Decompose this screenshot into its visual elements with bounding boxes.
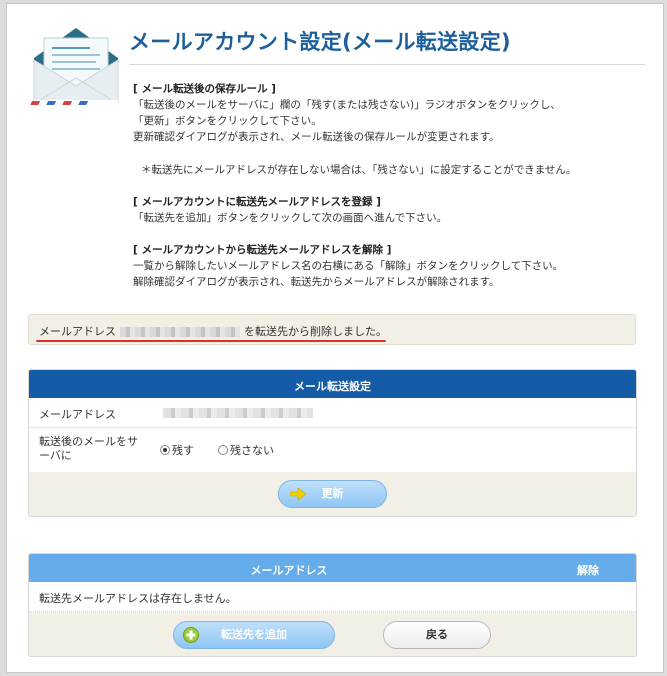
mail-envelope-icon — [30, 28, 119, 106]
radio-discard-label: 残さない — [230, 444, 274, 457]
arrow-right-icon — [290, 488, 306, 500]
radio-keep-control[interactable] — [160, 445, 170, 455]
email-label: メールアドレス — [39, 408, 116, 421]
info-section-add: [ メールアカウントに転送先メールアドレスを登録 ] 「転送先を追加」ボタンをク… — [133, 194, 653, 226]
forward-list-header: メールアドレス 解除 — [29, 554, 636, 582]
title-divider — [129, 64, 645, 65]
forward-settings-panel: メール転送設定 メールアドレス 転送後のメールをサ ーバに 残す 残さない 更新 — [28, 369, 637, 517]
add-forward-button[interactable]: 転送先を追加 — [173, 621, 335, 649]
info-text: 「更新」ボタンをクリックして下さい。 — [133, 115, 322, 127]
redacted-email-value — [163, 408, 313, 418]
info-heading: [ メール転送後の保存ルール ] — [133, 83, 276, 95]
result-message: メールアドレス を転送先から削除しました。 — [39, 323, 387, 339]
redacted-email — [120, 327, 240, 337]
forward-list-panel: メールアドレス 解除 転送先メールアドレスは存在しません。 転送先を追加 戻る — [28, 553, 637, 657]
info-heading: [ メールアカウントから転送先メールアドレスを解除 ] — [133, 244, 392, 256]
column-remove: 解除 — [577, 564, 599, 577]
info-text: 解除確認ダイアログが表示され、転送先からメールアドレスが解除されます。 — [133, 276, 500, 288]
info-text: 一覧から解除したいメールアドレス名の右横にある「解除」ボタンをクリックして下さい… — [133, 260, 564, 272]
email-row: メールアドレス — [29, 398, 636, 428]
list-footer: 転送先を追加 戻る — [29, 612, 636, 656]
update-button[interactable]: 更新 — [278, 480, 387, 508]
back-button[interactable]: 戻る — [383, 621, 491, 649]
back-button-label: 戻る — [426, 628, 448, 641]
info-text: 「転送後のメールをサーバに」欄の「残す(または残さない)」ラジオボタンをクリック… — [133, 99, 561, 111]
result-message-prefix: メールアドレス — [39, 325, 116, 338]
forward-settings-title: メール転送設定 — [294, 380, 371, 393]
empty-list-text: 転送先メールアドレスは存在しません。 — [39, 592, 237, 605]
info-section-save-rule: [ メール転送後の保存ルール ] 「転送後のメールをサーバに」欄の「残す(または… — [133, 81, 653, 145]
info-section-remove: [ メールアカウントから転送先メールアドレスを解除 ] 一覧から解除したいメール… — [133, 242, 653, 290]
update-button-label: 更新 — [321, 487, 344, 500]
radio-discard-control[interactable] — [218, 445, 228, 455]
result-message-suffix: を転送先から削除しました。 — [244, 325, 387, 338]
keep-mail-label: 転送後のメールをサ ーバに — [39, 435, 138, 462]
page-title: メールアカウント設定(メール転送設定) — [129, 30, 511, 54]
column-email: メールアドレス — [250, 564, 328, 577]
radio-discard[interactable]: 残さない — [218, 442, 274, 458]
radio-keep-label: 残す — [172, 444, 194, 457]
info-note: ＊転送先にメールアドレスが存在しない場合は、「残さない」に設定することができませ… — [141, 164, 577, 176]
plus-icon — [183, 627, 199, 643]
keep-mail-row: 転送後のメールをサ ーバに 残す 残さない — [29, 428, 636, 472]
empty-list-row: 転送先メールアドレスは存在しません。 — [29, 582, 636, 612]
forward-settings-header: メール転送設定 — [29, 370, 636, 398]
update-footer: 更新 — [29, 472, 636, 516]
info-text: 更新確認ダイアログが表示され、メール転送後の保存ルールが変更されます。 — [133, 131, 500, 143]
radio-keep[interactable]: 残す — [160, 442, 194, 458]
add-forward-button-label: 転送先を追加 — [221, 628, 287, 641]
annotation-underline — [36, 340, 386, 342]
info-text: 「転送先を追加」ボタンをクリックして次の画面へ進んで下さい。 — [133, 212, 448, 224]
info-heading: [ メールアカウントに転送先メールアドレスを登録 ] — [133, 196, 381, 208]
